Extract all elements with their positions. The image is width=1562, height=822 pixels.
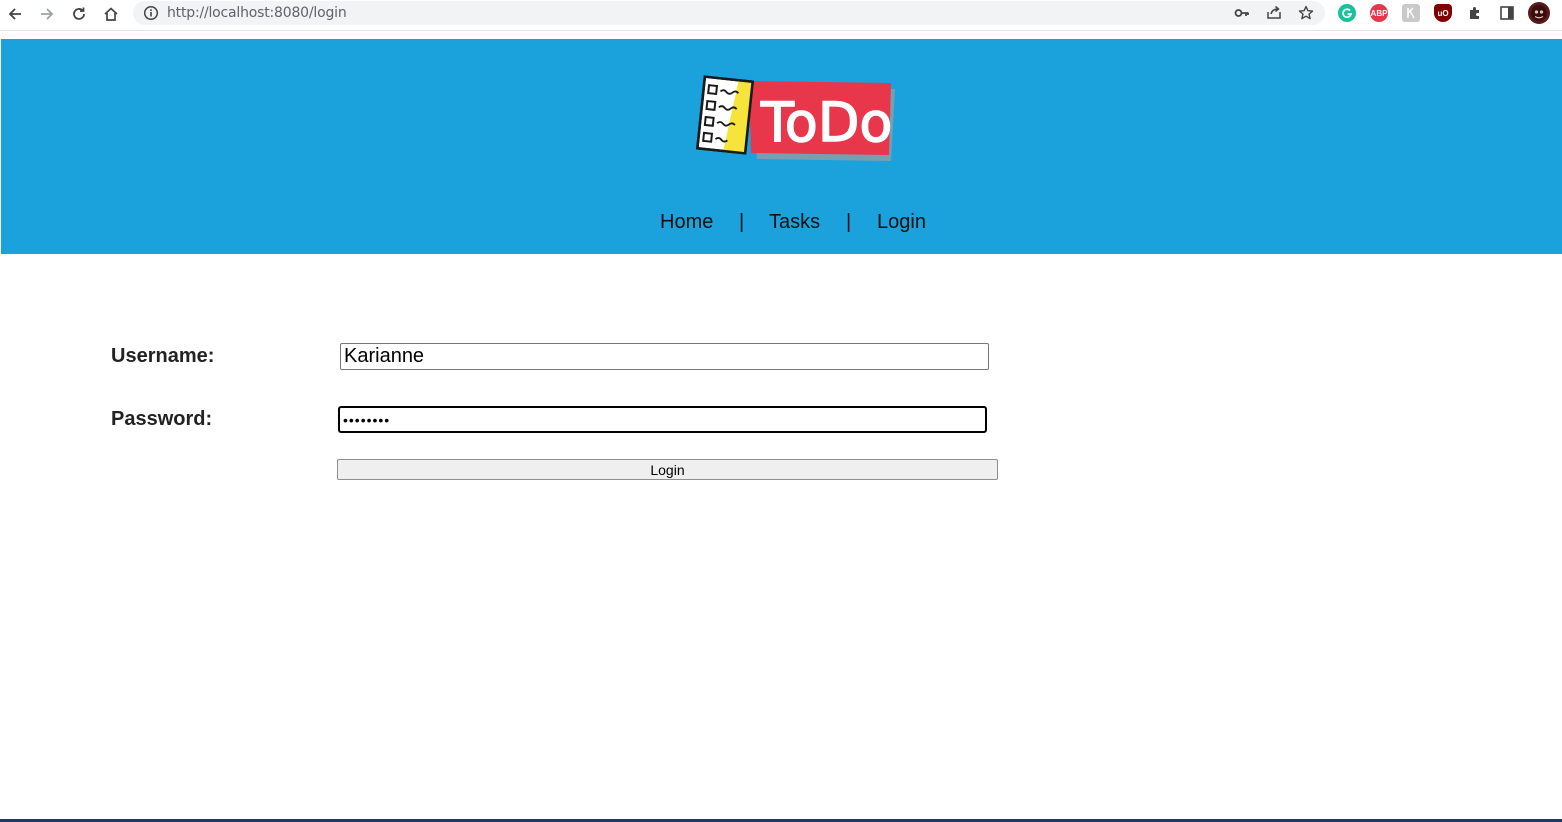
home-icon[interactable]	[100, 3, 122, 25]
share-icon[interactable]	[1265, 4, 1283, 22]
reload-icon[interactable]	[68, 3, 90, 25]
adblock-icon[interactable]: ABP	[1370, 4, 1388, 22]
nav-home-link[interactable]: Home	[660, 211, 713, 234]
nav-separator: |	[739, 211, 745, 233]
login-button[interactable]: Login	[337, 459, 998, 480]
password-input[interactable]	[338, 406, 987, 433]
username-label: Username:	[111, 345, 215, 367]
back-icon[interactable]	[4, 3, 26, 25]
key-icon[interactable]	[1233, 4, 1251, 22]
sidepanel-icon[interactable]	[1498, 4, 1516, 22]
todo-logo[interactable]: ToDo	[693, 75, 897, 165]
url-text: http://localhost:8080/login	[167, 5, 347, 21]
nav-separator: |	[846, 211, 852, 233]
star-icon[interactable]	[1297, 4, 1315, 22]
grammarly-icon[interactable]	[1338, 4, 1356, 22]
username-input[interactable]	[340, 343, 989, 370]
logo-text: ToDo	[760, 91, 892, 154]
password-label: Password:	[111, 408, 213, 430]
nav-login-link[interactable]: Login	[877, 211, 926, 234]
forward-icon[interactable]	[36, 3, 58, 25]
info-icon[interactable]	[143, 5, 159, 26]
extension-icon[interactable]	[1402, 4, 1420, 22]
ublock-icon[interactable]: uO	[1434, 4, 1452, 22]
site-header: ToDo Home | Tasks | Login	[1, 39, 1562, 254]
address-bar[interactable]: http://localhost:8080/login	[133, 1, 1325, 25]
puzzle-icon[interactable]	[1466, 4, 1484, 22]
profile-avatar[interactable]	[1528, 2, 1550, 24]
nav-tasks-link[interactable]: Tasks	[769, 211, 820, 234]
browser-toolbar: http://localhost:8080/login ABP uO	[0, 0, 1562, 31]
